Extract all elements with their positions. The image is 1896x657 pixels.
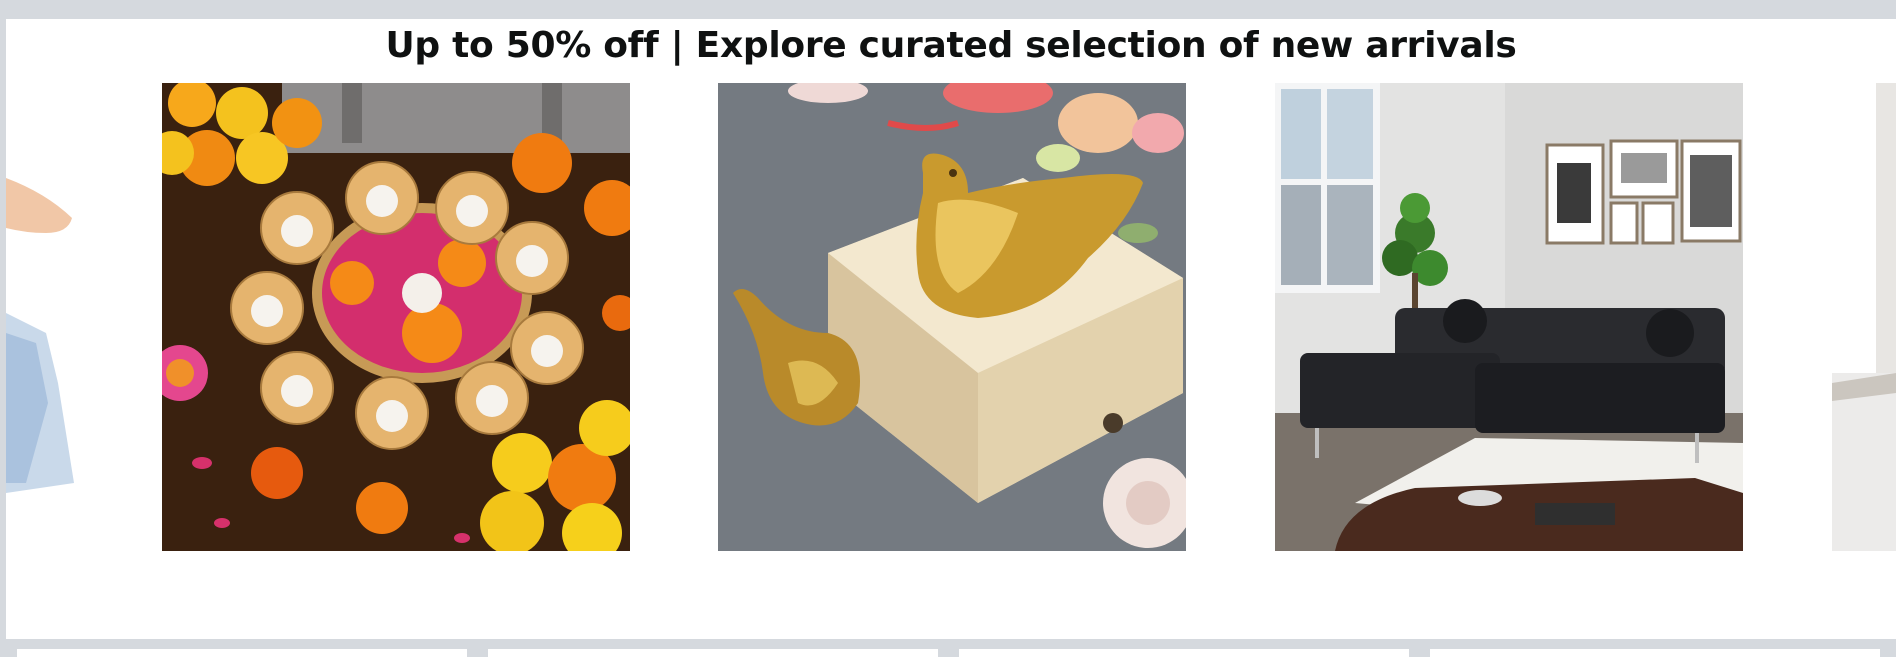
carousel-item-partial-left[interactable] xyxy=(6,83,76,551)
partial-image xyxy=(1832,83,1896,551)
next-module-row xyxy=(0,639,1896,657)
carousel-item-bird-decor[interactable] xyxy=(718,83,1186,551)
carousel-headline[interactable]: Up to 50% off | Explore curated selectio… xyxy=(6,21,1896,71)
dress-image xyxy=(6,83,76,551)
carousel-item-sofa[interactable] xyxy=(1275,83,1743,551)
carousel-item-diya[interactable] xyxy=(162,83,630,551)
bird-decor-image xyxy=(718,83,1186,551)
carousel-item-partial-right[interactable] xyxy=(1832,83,1896,551)
next-card-2[interactable] xyxy=(488,649,938,657)
deals-carousel-card: Up to 50% off | Explore curated selectio… xyxy=(6,19,1896,639)
next-card-3[interactable] xyxy=(959,649,1409,657)
next-card-1[interactable] xyxy=(17,649,467,657)
sofa-image xyxy=(1275,83,1743,551)
diya-image xyxy=(162,83,630,551)
next-card-4[interactable] xyxy=(1430,649,1880,657)
